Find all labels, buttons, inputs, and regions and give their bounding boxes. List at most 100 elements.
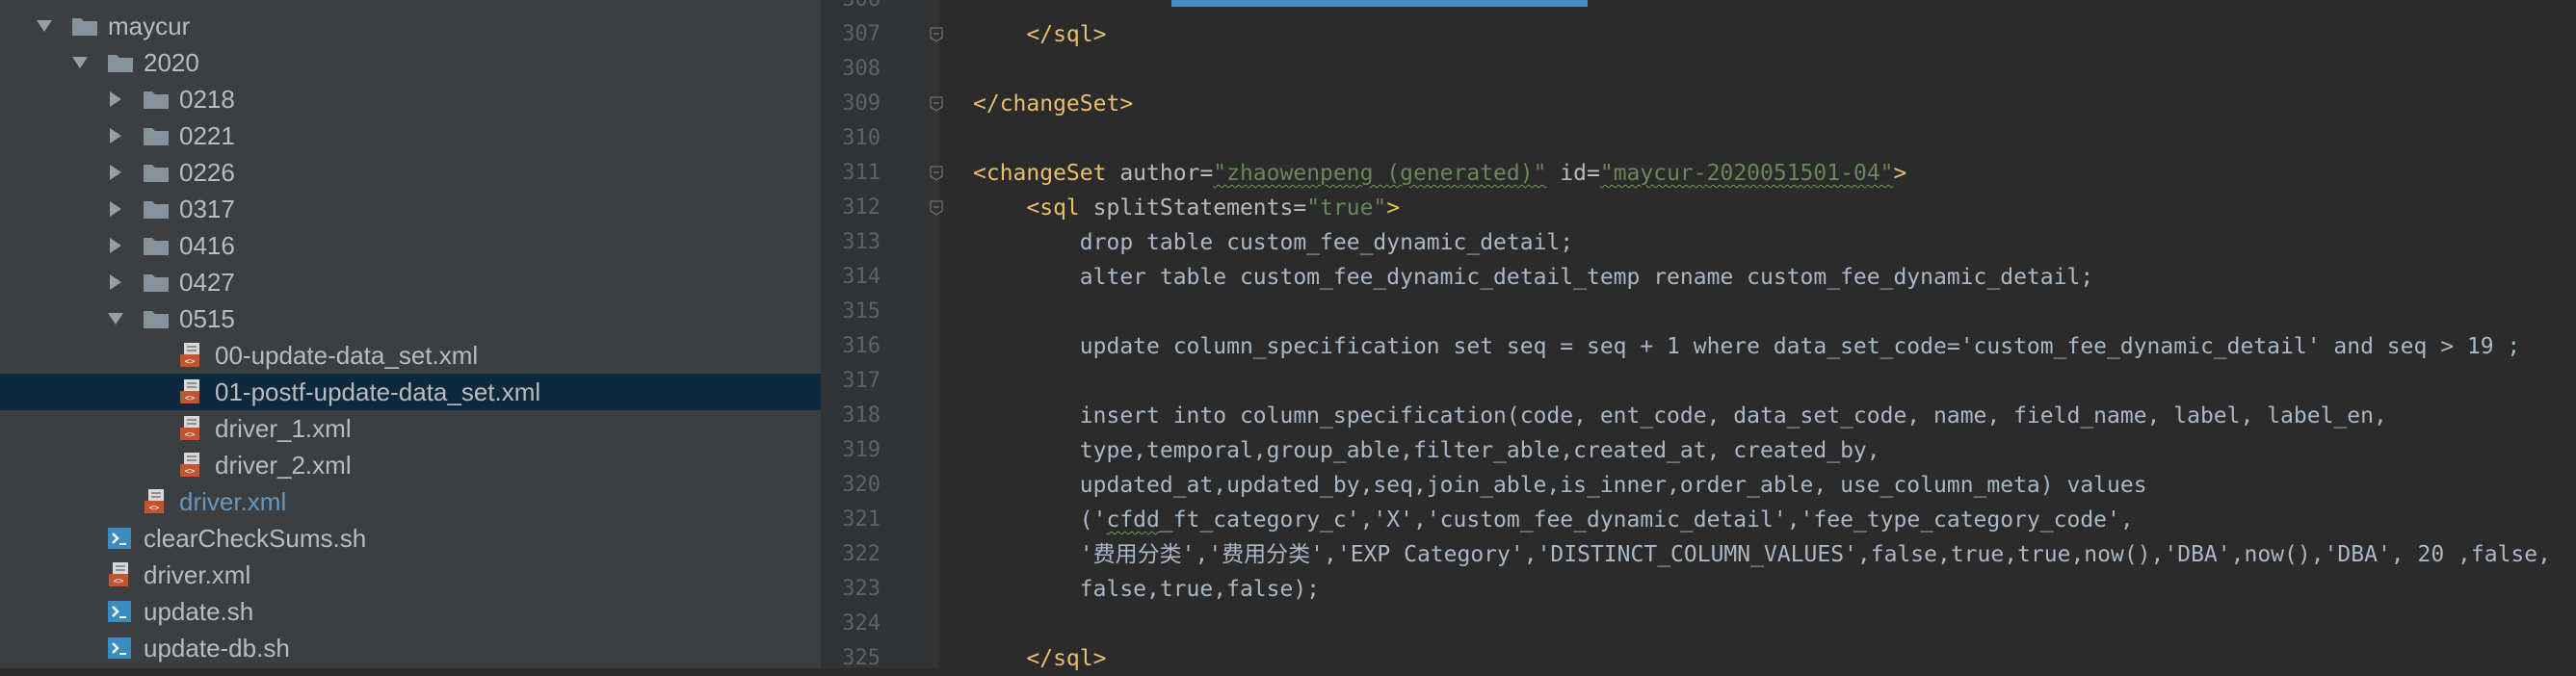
folder-icon <box>143 89 170 110</box>
code-token: _ft_category_c','X','custom_fee_dynamic_… <box>1159 507 2134 533</box>
code-token: drop table custom_fee_dynamic_detail; <box>973 230 1574 255</box>
code-token: (' <box>973 507 1107 533</box>
tree-folder[interactable]: 0427 <box>0 264 821 300</box>
shell-script-icon <box>107 599 134 624</box>
fold-marker-icon[interactable] <box>929 200 944 216</box>
code-line[interactable]: 320 updated_at,updated_by,seq,join_able,… <box>823 468 2576 503</box>
code-token: "maycur-2020051501-04" <box>1599 161 1894 186</box>
tree-file[interactable]: <> driver_1.xml <box>0 410 821 447</box>
tree-folder[interactable]: 0218 <box>0 81 821 117</box>
code-token: </changeSet> <box>973 91 1134 117</box>
line-number: 325 <box>842 646 881 670</box>
tree-item-label: 0427 <box>179 268 235 297</box>
code-line[interactable]: 312 <sql splitStatements="true"> <box>823 191 2576 225</box>
code-token: </sql> <box>1026 646 1107 671</box>
tree-file[interactable]: update.sh <box>0 593 821 630</box>
code-line[interactable]: 322 '费用分类','费用分类','EXP Category','DISTIN… <box>823 537 2576 572</box>
code-line[interactable]: 324 <box>823 607 2576 641</box>
tree-item-label: 01-postf-update-data_set.xml <box>215 377 541 406</box>
tree-folder[interactable]: maycur <box>0 8 821 44</box>
tree-folder[interactable]: 0515 <box>0 300 821 337</box>
fold-marker-icon[interactable] <box>929 27 944 42</box>
chevron-right-icon[interactable] <box>104 88 127 111</box>
line-number: 308 <box>842 57 881 81</box>
code-text: '费用分类','费用分类','EXP Category','DISTINCT_C… <box>973 537 2551 572</box>
folder-icon <box>143 235 170 256</box>
tree-item-label: update-db.sh <box>144 634 290 663</box>
project-tree[interactable]: maycur 2020 0218 0221 0226 0317 0416 0427 0515 <>… <box>0 0 821 668</box>
tree-item-label: 0515 <box>179 304 235 333</box>
code-line[interactable]: 309 </changeSet> <box>823 87 2576 121</box>
tree-file[interactable]: <> 01-postf-update-data_set.xml <box>0 374 821 410</box>
tree-folder[interactable]: 0416 <box>0 227 821 264</box>
code-line[interactable]: 310 <box>823 121 2576 156</box>
tree-folder[interactable]: 0221 <box>0 117 821 154</box>
code-line[interactable]: 325 </sql> <box>823 641 2576 676</box>
chevron-down-icon[interactable] <box>68 51 92 74</box>
code-line[interactable]: 308 <box>823 52 2576 87</box>
shell-script-icon <box>107 526 134 551</box>
code-line[interactable]: 314 alter table custom_fee_dynamic_detai… <box>823 260 2576 295</box>
chevron-right-icon[interactable] <box>104 234 127 257</box>
tree-file[interactable]: <> driver.xml <box>0 557 821 593</box>
chevron-right-icon[interactable] <box>104 124 127 147</box>
tree-folder[interactable]: 0226 <box>0 154 821 191</box>
code-text: </changeSet> <box>973 87 1133 121</box>
code-token: '费用分类','费用分类','EXP Category','DISTINCT_C… <box>973 542 2551 567</box>
line-number: 318 <box>842 403 881 428</box>
tree-file[interactable]: <> driver.xml <box>0 483 821 520</box>
code-line[interactable]: 318 insert into column_specification(cod… <box>823 399 2576 433</box>
fold-marker-icon[interactable] <box>929 166 944 181</box>
code-line[interactable]: 321 ('cfdd_ft_category_c','X','custom_fe… <box>823 503 2576 537</box>
code-text: false,true,false); <box>973 572 1320 607</box>
line-number: 321 <box>842 507 881 532</box>
code-line[interactable]: 317 <box>823 364 2576 399</box>
chevron-down-icon[interactable] <box>33 14 56 38</box>
tree-item-label: driver.xml <box>144 560 251 589</box>
code-line[interactable]: 316 update column_specification set seq … <box>823 329 2576 364</box>
fold-marker-icon[interactable] <box>929 96 944 112</box>
code-token: update column_specification set seq = se… <box>973 334 2521 359</box>
code-line[interactable]: 319 type,temporal,group_able,filter_able… <box>823 433 2576 468</box>
tree-folder[interactable]: 2020 <box>0 44 821 81</box>
tree-file[interactable]: <> driver_2.xml <box>0 447 821 483</box>
tree-item-label: 00-update-data_set.xml <box>215 341 479 370</box>
tree-file[interactable]: clearCheckSums.sh <box>0 520 821 557</box>
line-number: 306 <box>823 0 881 17</box>
code-token: > <box>1386 195 1401 221</box>
code-line[interactable]: 307 </sql> <box>823 17 2576 52</box>
tree-item-label: 0221 <box>179 121 235 150</box>
chevron-right-icon[interactable] <box>104 271 127 294</box>
code-line[interactable]: 306 <box>823 0 2576 17</box>
chevron-down-icon[interactable] <box>104 307 127 330</box>
tree-file[interactable]: update-db.sh <box>0 630 821 666</box>
code-token: author= <box>1106 161 1214 186</box>
svg-text:<>: <> <box>149 504 160 513</box>
line-number: 320 <box>842 473 881 497</box>
tree-item-label: 0416 <box>179 231 235 260</box>
xml-file-icon: <> <box>107 561 134 588</box>
code-token: id= <box>1546 161 1600 186</box>
code-token: type,temporal,group_able,filter_able,cre… <box>973 438 1880 463</box>
code-text: updated_at,updated_by,seq,join_able,is_i… <box>973 468 2147 503</box>
tree-folder[interactable]: 0317 <box>0 191 821 227</box>
chevron-right-icon[interactable] <box>104 197 127 221</box>
svg-text:<>: <> <box>185 357 196 367</box>
folder-icon <box>143 198 170 220</box>
chevron-right-icon[interactable] <box>104 161 127 184</box>
code-text: alter table custom_fee_dynamic_detail_te… <box>973 260 2093 295</box>
line-number: 317 <box>842 369 881 393</box>
xml-file-icon: <> <box>178 378 205 405</box>
code-token: updated_at,updated_by,seq,join_able,is_i… <box>973 473 2147 498</box>
code-line[interactable]: 315 <box>823 295 2576 329</box>
tree-item-label: update.sh <box>144 597 254 626</box>
code-text: update column_specification set seq = se… <box>973 329 2521 364</box>
code-line[interactable]: 313 drop table custom_fee_dynamic_detail… <box>823 225 2576 260</box>
code-line[interactable]: 323 false,true,false); <box>823 572 2576 607</box>
line-number: 314 <box>842 265 881 289</box>
code-token: <changeSet <box>973 161 1107 186</box>
code-line[interactable]: 311 <changeSet author="zhaowenpeng (gener… <box>823 156 2576 191</box>
tree-file[interactable]: <> 00-update-data_set.xml <box>0 337 821 374</box>
line-number: 307 <box>842 22 881 46</box>
